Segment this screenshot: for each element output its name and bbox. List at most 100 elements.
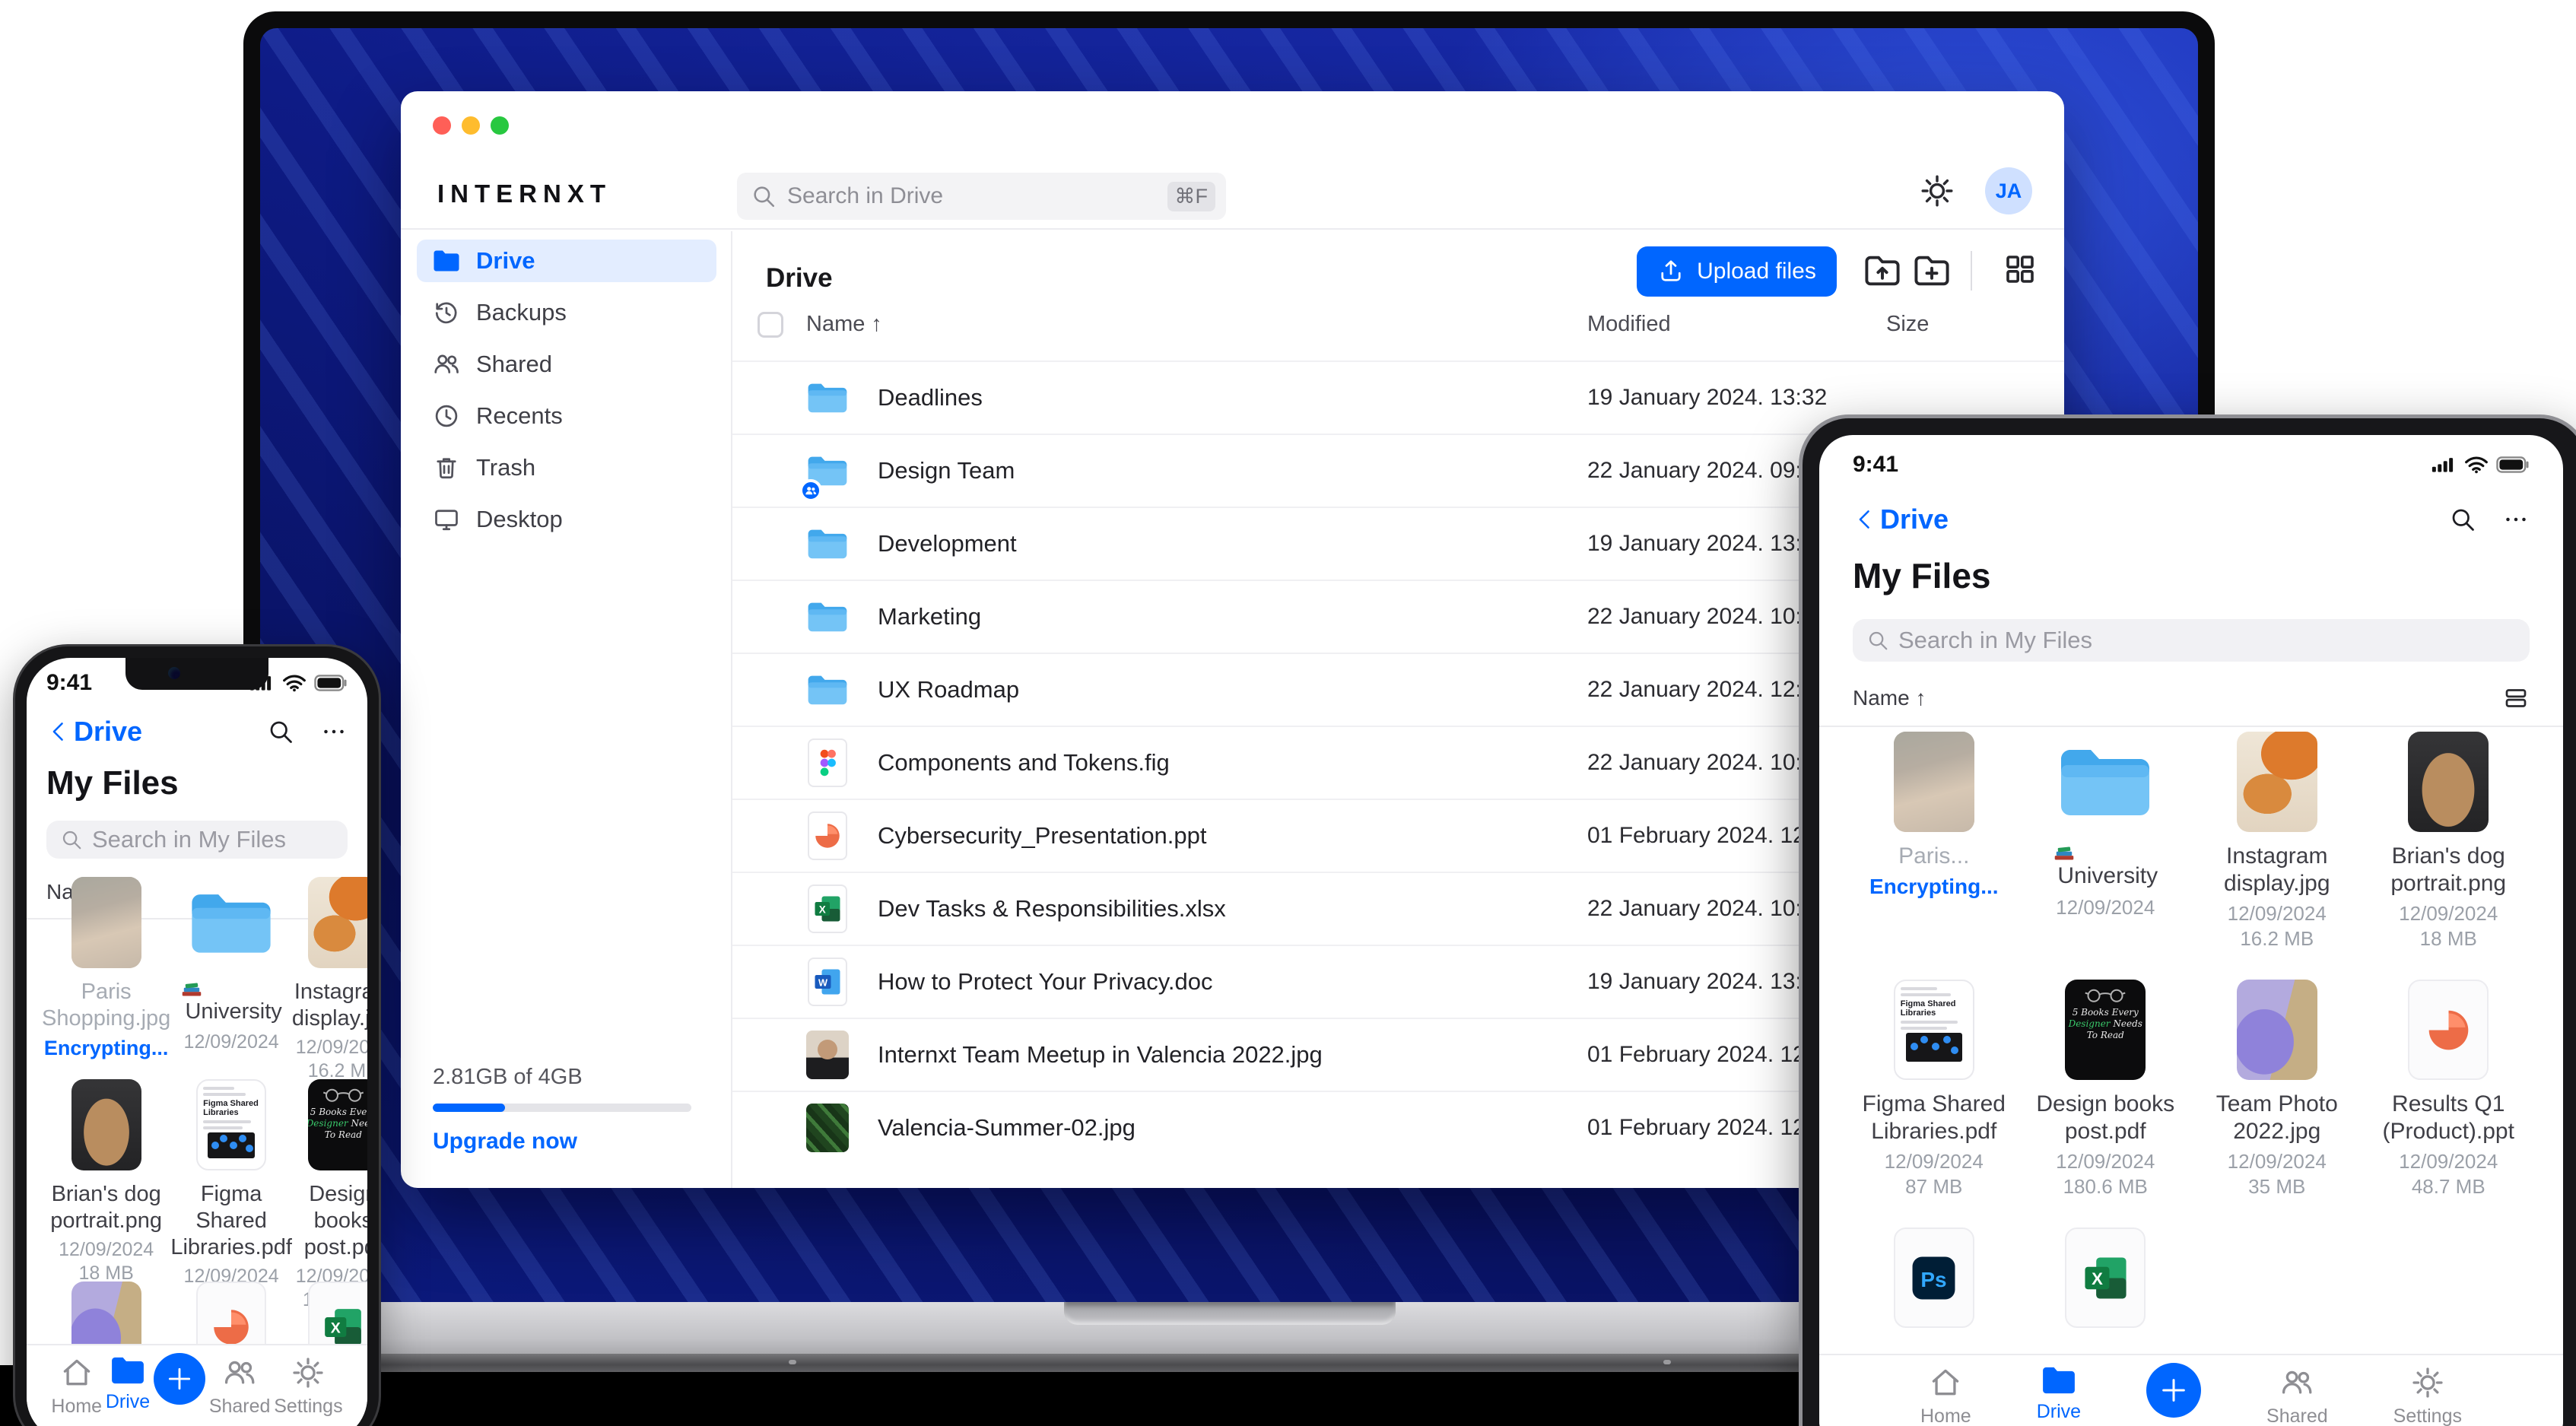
file-date: 12/09/2024 [2399, 902, 2498, 925]
tab-label: Shared [2266, 1405, 2328, 1426]
ipad-screen: 9:41 Drive My Files Search in My Files N… [1819, 435, 2563, 1426]
books-icon [180, 979, 281, 999]
zoom-window-button[interactable] [491, 116, 509, 135]
file-card[interactable]: Ps [1893, 1228, 1974, 1354]
column-size[interactable]: Size [1886, 312, 1929, 337]
file-date: 12/09/2024 [2399, 1150, 2498, 1173]
gear-icon [291, 1356, 325, 1389]
file-name: Results Q1 (Product).ppt [2382, 1091, 2514, 1144]
user-avatar[interactable]: JA [1985, 167, 2032, 214]
back-button[interactable]: Drive [1880, 503, 1949, 535]
search-input[interactable]: Search in Drive ⌘F [737, 173, 1226, 220]
file-name: UX Roadmap [878, 676, 1020, 703]
folder-icon [805, 592, 850, 642]
grid-view-icon[interactable] [2002, 251, 2044, 291]
storage-meter: 2.81GB of 4GB Upgrade now [433, 1065, 691, 1154]
file-name: Dev Tasks & Responsibilities.xlsx [878, 895, 1226, 922]
add-button[interactable] [2146, 1363, 2202, 1418]
file-card[interactable]: Paris Shopping.jpg Encrypting... [42, 877, 170, 1079]
close-window-button[interactable] [433, 116, 451, 135]
file-card[interactable] [196, 1281, 267, 1344]
table-header: Name ↑ Modified Size [732, 306, 2064, 360]
file-name: Paris Shopping.jpg [42, 980, 171, 1031]
upgrade-link[interactable]: Upgrade now [433, 1129, 691, 1154]
tab-shared[interactable]: Shared [208, 1356, 271, 1418]
sidebar-item-drive[interactable]: Drive [417, 240, 716, 282]
sidebar-item-trash[interactable]: Trash [417, 446, 716, 489]
file-card[interactable]: X [2065, 1228, 2146, 1354]
svg-text:X: X [331, 1320, 341, 1337]
search-icon[interactable] [267, 718, 294, 745]
file-card[interactable]: 5 Books Every Designer Needs To Read Des… [292, 1079, 367, 1310]
photo-thumbnail [71, 1079, 141, 1170]
nav-bar: Drive [46, 716, 348, 748]
sidebar-item-desktop[interactable]: Desktop [417, 498, 716, 541]
tab-settings[interactable]: Settings [274, 1356, 343, 1418]
file-modified: 01 February 2024. 12:3 [1587, 1042, 1825, 1067]
select-all-checkbox[interactable] [758, 312, 783, 338]
search-icon [751, 183, 777, 209]
search-input[interactable]: Search in My Files [1853, 619, 2530, 662]
file-name: Design books post.pdf [2036, 1091, 2175, 1144]
file-modified: 19 January 2024. 13:34 [1587, 531, 1828, 556]
column-modified[interactable]: Modified [1587, 312, 1671, 337]
file-card[interactable]: Results Q1 (Product).ppt 12/09/2024 48.7 M… [2363, 980, 2535, 1228]
sidebar-item-recents[interactable]: Recents [417, 395, 716, 437]
tab-home[interactable]: Home [51, 1356, 102, 1418]
back-chevron-icon[interactable] [46, 719, 72, 745]
tab-label: Home [51, 1396, 103, 1417]
file-card[interactable]: Team Photo 2022.jpg 12/09/2024 35 MB [2191, 980, 2363, 1228]
sidebar-item-shared[interactable]: Shared [417, 343, 716, 386]
back-button[interactable]: Drive [74, 716, 142, 748]
settings-gear-icon[interactable] [1920, 173, 1955, 208]
column-name[interactable]: Name ↑ [806, 312, 882, 337]
minimize-window-button[interactable] [462, 116, 480, 135]
sidebar-item-backups[interactable]: Backups [417, 291, 716, 334]
file-card[interactable]: Instagram display.jpg12/09/202416.2 MB [292, 877, 367, 1081]
people-icon [2280, 1366, 2314, 1399]
file-name: Deadlines [878, 384, 983, 411]
file-card[interactable]: 5 Books Every Designer Needs To Read Des… [2020, 980, 2192, 1228]
file-card[interactable]: Figma Shared Libraries Figma Shared Libr… [170, 1079, 292, 1310]
file-name: Valencia-Summer-02.jpg [878, 1114, 1136, 1141]
file-card[interactable]: Brian's dog portrait.png 12/09/2024 18 MB [42, 1079, 170, 1284]
iphone-screen: 9:41 Drive My Files Search in My Files N… [27, 658, 367, 1426]
upload-files-button[interactable]: Upload files [1637, 246, 1837, 297]
sort-bar[interactable]: Name ↑ [1853, 684, 2530, 712]
tab-label: Shared [208, 1396, 271, 1417]
file-name: Brian's dog portrait.png [50, 1182, 162, 1233]
upload-folder-icon[interactable] [1863, 251, 1905, 291]
more-menu-icon[interactable] [2502, 506, 2530, 533]
file-card[interactable]: University 12/09/2024 [180, 877, 282, 1079]
folder-icon [432, 246, 461, 275]
tab-drive[interactable]: Drive [2037, 1366, 2081, 1423]
file-card[interactable]: X [308, 1281, 367, 1344]
search-icon[interactable] [2449, 506, 2476, 533]
list-view-icon[interactable] [2502, 684, 2530, 712]
file-card[interactable]: University 12/09/2024 [2053, 732, 2158, 980]
file-card[interactable]: Figma Shared Libraries Figma Shared Libr… [1848, 980, 2020, 1228]
history-icon [432, 298, 461, 327]
more-menu-icon[interactable] [320, 718, 348, 745]
search-input[interactable]: Search in My Files [46, 821, 348, 859]
file-card[interactable]: Instagram display.jpg12/09/202416.2 MB [2191, 732, 2363, 980]
tab-shared[interactable]: Shared [2266, 1366, 2328, 1426]
file-size: 87 MB [1905, 1175, 1963, 1198]
back-chevron-icon[interactable] [1853, 507, 1879, 532]
tab-settings[interactable]: Settings [2393, 1366, 2462, 1426]
photo-thumbnail [71, 877, 141, 968]
file-card[interactable]: Paris... Encrypting... [1869, 732, 1999, 980]
tab-drive[interactable]: Drive [106, 1356, 150, 1413]
sidebar-item-label: Trash [476, 454, 536, 481]
tab-home[interactable]: Home [1920, 1366, 1971, 1426]
tab-label: Home [1920, 1405, 1971, 1426]
xlsx-icon: X [805, 884, 850, 934]
file-date: 12/09/2024 [1884, 1150, 1984, 1173]
new-folder-icon[interactable] [1912, 251, 1955, 291]
file-date: 12/09/2024 [2227, 902, 2327, 925]
file-card[interactable] [71, 1281, 141, 1344]
add-button[interactable] [154, 1353, 206, 1405]
sidebar-item-label: Backups [476, 299, 567, 326]
file-name: Internxt Team Meetup in Valencia 2022.jp… [878, 1041, 1323, 1068]
file-card[interactable]: Brian's dog portrait.png 12/09/2024 18 MB [2363, 732, 2535, 980]
